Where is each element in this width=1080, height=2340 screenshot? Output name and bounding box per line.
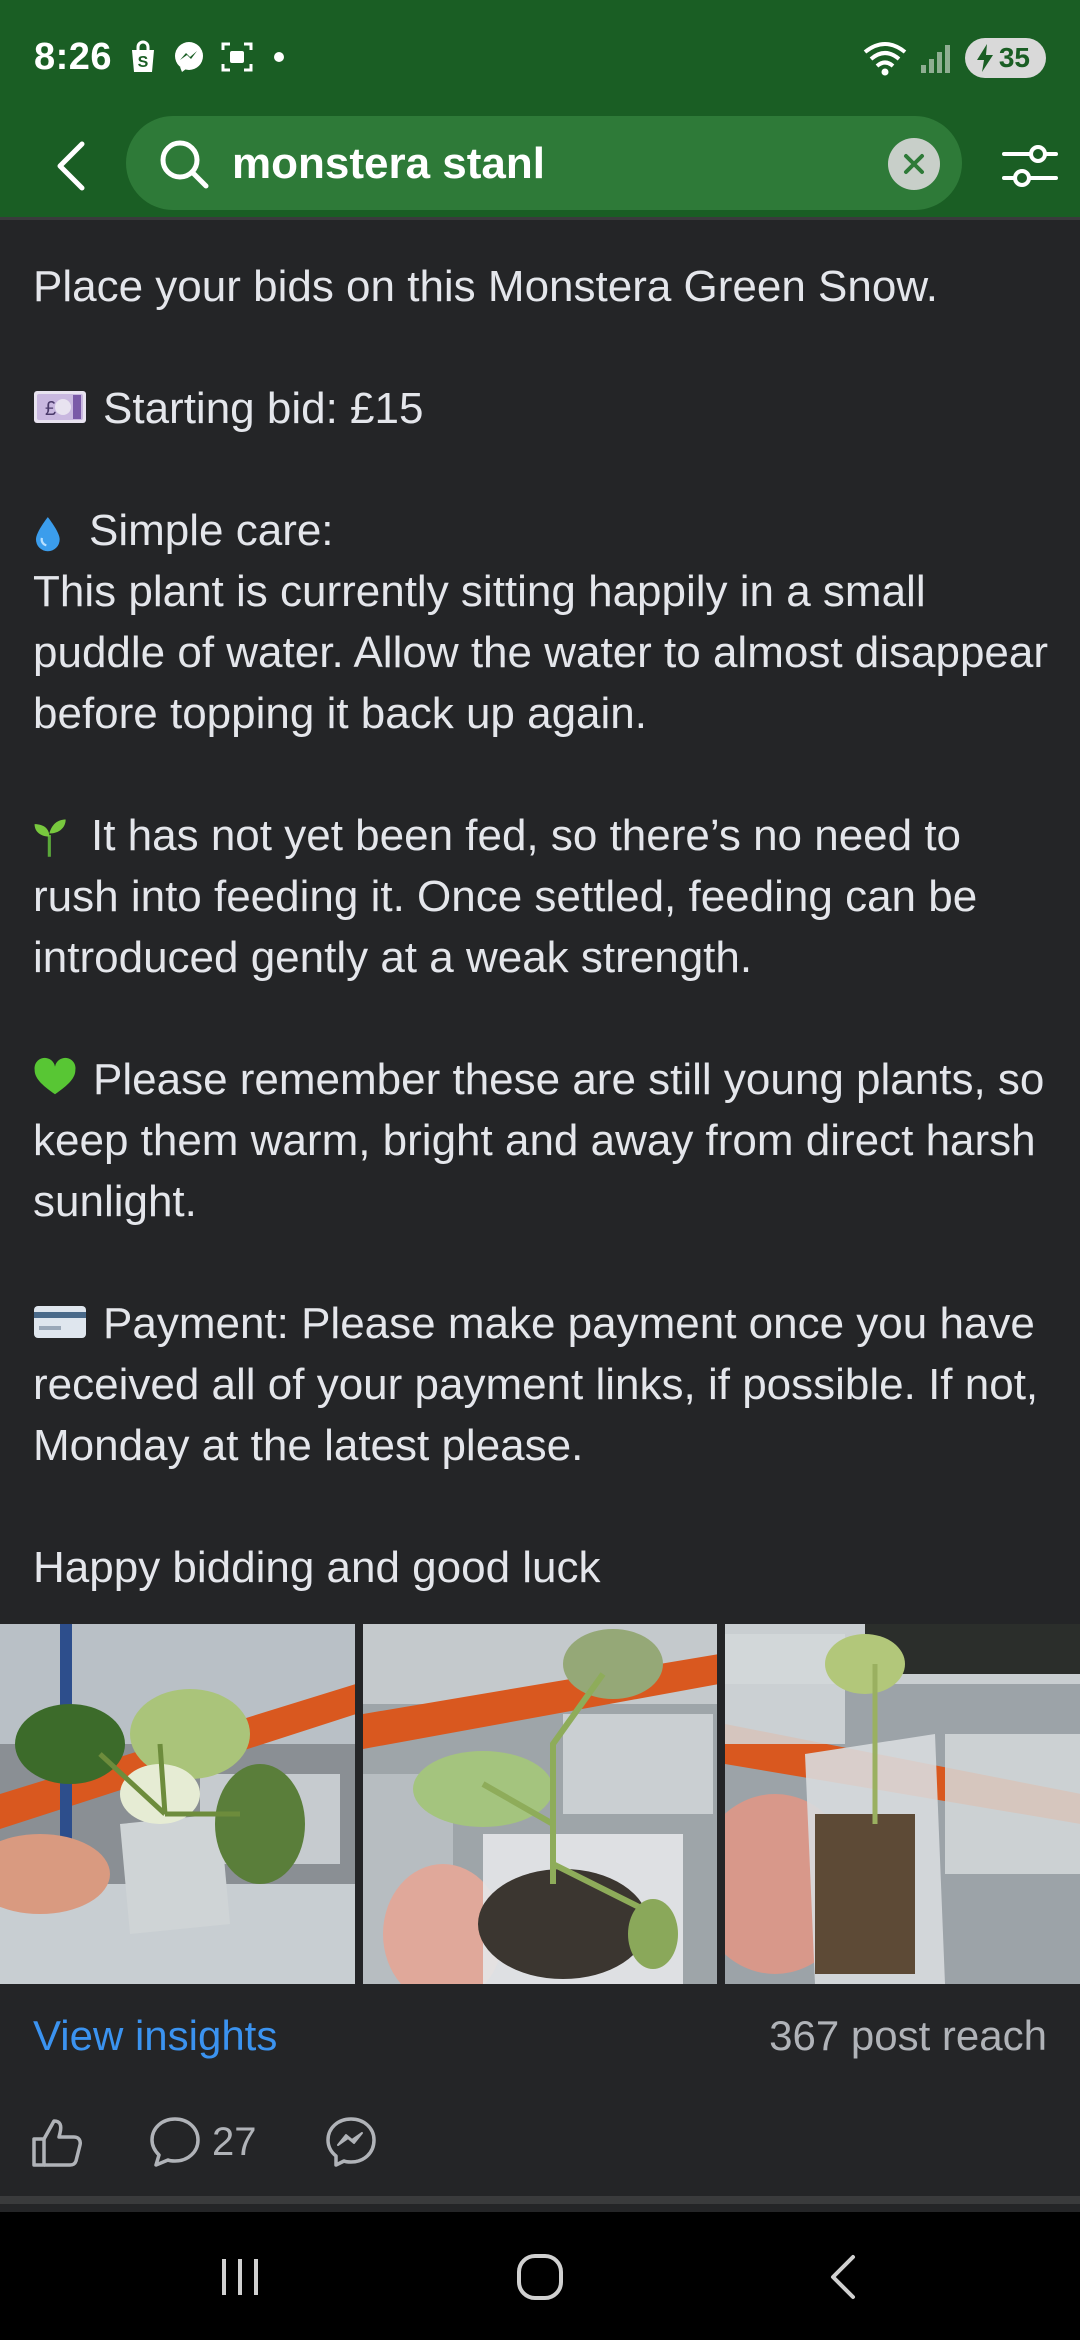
feeding-text: It has not yet been fed, so there’s no n… bbox=[33, 811, 978, 982]
search-icon bbox=[160, 140, 209, 189]
battery-icon: 35 bbox=[964, 38, 1046, 78]
post-intro: Place your bids on this Monstera Green S… bbox=[33, 262, 938, 311]
divider bbox=[0, 2196, 1080, 2204]
care-body: This plant is currently sitting happily … bbox=[33, 567, 1049, 738]
back-nav-button[interactable] bbox=[812, 2252, 872, 2302]
system-navigation-bar bbox=[0, 2212, 1080, 2340]
feeding-section: It has not yet been fed, so there’s no n… bbox=[33, 805, 1053, 988]
young-plants-section: Please remember these are still young pl… bbox=[33, 1049, 1053, 1232]
seedling-icon bbox=[34, 819, 66, 857]
home-icon bbox=[517, 2254, 563, 2300]
svg-text:£: £ bbox=[45, 398, 56, 420]
back-icon bbox=[831, 2255, 855, 2299]
insights-row: View insights 367 post reach bbox=[0, 1984, 1080, 2088]
shopping-bag-icon: S bbox=[132, 40, 154, 72]
status-bar: 8:26 S 35 bbox=[0, 0, 1080, 116]
plant-photo-1[interactable] bbox=[0, 1624, 355, 1984]
messenger-icon bbox=[175, 42, 203, 72]
search-header: monstera stanl bbox=[0, 116, 1080, 220]
battery-level: 35 bbox=[998, 42, 1030, 73]
view-insights-link[interactable]: View insights bbox=[33, 2012, 277, 2060]
droplet-icon bbox=[35, 517, 60, 552]
filter-button[interactable] bbox=[1000, 138, 1060, 194]
search-query[interactable]: monstera stanl bbox=[232, 136, 545, 192]
svg-text:S: S bbox=[138, 54, 149, 71]
recent-apps-icon bbox=[222, 2259, 258, 2295]
clear-search-button[interactable] bbox=[888, 138, 940, 190]
post-body: Place your bids on this Monstera Green S… bbox=[33, 256, 1053, 1598]
payment-text: Payment: Please make payment once you ha… bbox=[33, 1299, 1039, 1470]
screenshot-icon bbox=[221, 42, 253, 72]
payment-section: Payment: Please make payment once you ha… bbox=[33, 1293, 1053, 1476]
notification-icons: S bbox=[128, 40, 284, 74]
comment-button[interactable]: 27 bbox=[148, 2114, 257, 2170]
banknote-icon: £ bbox=[34, 391, 86, 423]
search-input[interactable]: monstera stanl bbox=[126, 116, 962, 210]
comment-count: 27 bbox=[212, 2119, 257, 2164]
starting-bid-line: £ Starting bid: £15 bbox=[33, 378, 1053, 439]
thumbs-up-icon bbox=[32, 2119, 82, 2167]
recent-apps-button[interactable] bbox=[210, 2252, 270, 2302]
back-button[interactable] bbox=[40, 136, 100, 196]
post-actions: 27 bbox=[0, 2096, 1080, 2188]
send-message-button[interactable] bbox=[324, 2114, 378, 2170]
system-icons: 35 bbox=[863, 38, 1046, 78]
starting-bid: Starting bid: £15 bbox=[103, 384, 424, 433]
plant-photo-2[interactable] bbox=[362, 1624, 718, 1984]
like-button[interactable] bbox=[30, 2114, 84, 2170]
green-heart-icon bbox=[34, 1057, 76, 1095]
dot-icon bbox=[274, 52, 284, 62]
comment-icon bbox=[150, 2117, 200, 2167]
close-icon bbox=[904, 154, 924, 174]
care-section: Simple care: This plant is currently sitt… bbox=[33, 500, 1053, 744]
plant-photo-3[interactable] bbox=[725, 1624, 1080, 1984]
back-arrow-icon bbox=[57, 141, 85, 191]
post-reach: 367 post reach bbox=[769, 2012, 1047, 2059]
wifi-icon bbox=[863, 42, 907, 76]
young-plants-text: Please remember these are still young pl… bbox=[33, 1055, 1045, 1226]
signal-icon bbox=[920, 45, 950, 73]
home-button[interactable] bbox=[510, 2252, 570, 2302]
closing-text: Happy bidding and good luck bbox=[33, 1543, 601, 1592]
care-title: Simple care: bbox=[89, 506, 334, 555]
credit-card-icon bbox=[34, 1306, 86, 1338]
filter-icon bbox=[1002, 145, 1058, 187]
photo-gallery bbox=[0, 1624, 1080, 1984]
messenger-icon bbox=[326, 2117, 376, 2167]
status-time: 8:26 bbox=[34, 36, 113, 78]
